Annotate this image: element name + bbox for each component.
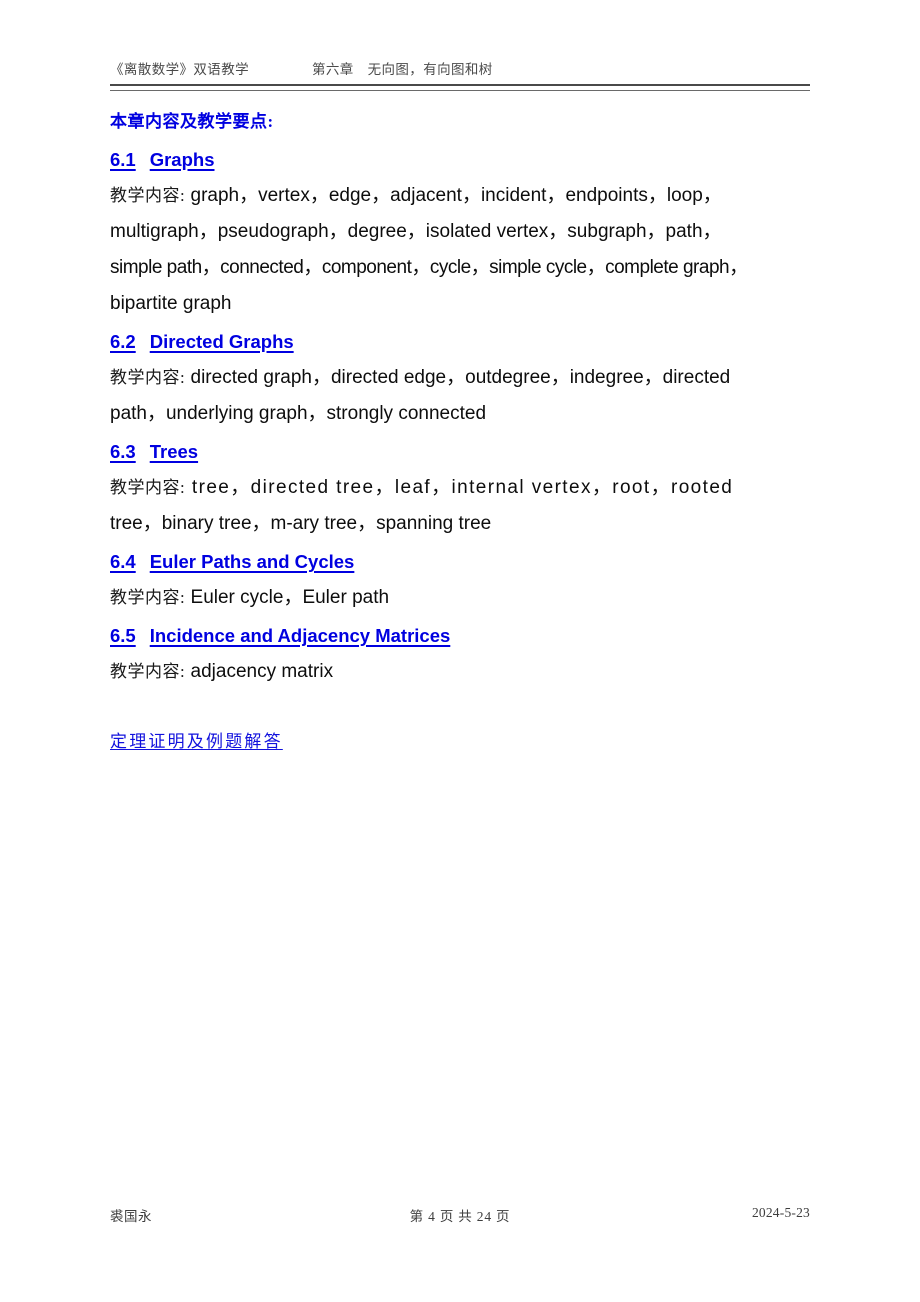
teach-line: 教学内容: directed graph，directed edge，outde… — [110, 360, 810, 396]
document-body: 本章内容及教学要点: 6.1 Graphs 教学内容: graph，vertex，… — [110, 104, 810, 760]
teach-label: 教学内容: — [110, 186, 186, 205]
teach-label: 教学内容: — [110, 662, 186, 681]
teach-terms: directed graph，directed edge，outdegree，i… — [190, 367, 731, 388]
teach-label: 教学内容: — [110, 368, 186, 387]
teach-terms: tree，binary tree，m-ary tree，spanning tre… — [110, 513, 492, 534]
page-footer: 裘国永 第 4 页 共 24 页 2024-5-23 — [110, 1205, 810, 1229]
chapter-overview-title: 本章内容及教学要点: — [110, 112, 274, 131]
section-number-6-4: 6.4 — [110, 551, 136, 572]
header-book-title: 《离散数学》双语教学 — [110, 62, 249, 77]
teach-line: tree，binary tree，m-ary tree，spanning tre… — [110, 506, 810, 542]
section-number-6-1: 6.1 — [110, 149, 136, 170]
section-content-6-2: 教学内容: directed graph，directed edge，outde… — [110, 360, 810, 432]
teach-line: bipartite graph — [110, 286, 810, 322]
teach-label: 教学内容: — [110, 478, 186, 497]
section-heading-6-3[interactable]: 6.3 Trees — [110, 434, 810, 470]
header-divider-rule — [110, 84, 810, 91]
teach-terms: adjacency matrix — [190, 661, 334, 682]
section-title-6-3: Trees — [149, 441, 199, 462]
section-heading-6-5[interactable]: 6.5 Incidence and Adjacency Matrices — [110, 618, 810, 654]
section-heading-6-2[interactable]: 6.2 Directed Graphs — [110, 324, 810, 360]
section-heading-6-4[interactable]: 6.4 Euler Paths and Cycles — [110, 544, 810, 580]
teach-line: multigraph，pseudograph，degree，isolated v… — [110, 214, 810, 250]
section-heading-6-1[interactable]: 6.1 Graphs — [110, 142, 810, 178]
teach-line: 教学内容: graph，vertex，edge，adjacent，inciden… — [110, 178, 810, 214]
teach-line: path，underlying graph，strongly connected — [110, 396, 810, 432]
section-title-6-2: Directed Graphs — [149, 331, 294, 352]
page-header: 《离散数学》双语教学 第六章 无向图，有向图和树 — [110, 58, 810, 84]
teach-line: 教学内容: adjacency matrix — [110, 654, 810, 690]
teach-line: 教学内容: tree，directed tree，leaf，internal v… — [110, 470, 810, 506]
teach-line: 教学内容: Euler cycle，Euler path — [110, 580, 810, 616]
section-title-6-5: Incidence and Adjacency Matrices — [149, 625, 451, 646]
teach-terms: multigraph，pseudograph，degree，isolated v… — [110, 221, 722, 242]
section-title-6-4: Euler Paths and Cycles — [149, 551, 355, 572]
teach-label: 教学内容: — [110, 588, 186, 607]
theorem-proof-link[interactable]: 定理证明及例题解答 — [110, 724, 810, 760]
section-number-6-3: 6.3 — [110, 441, 136, 462]
header-chapter-title: 第六章 无向图，有向图和树 — [312, 62, 493, 77]
section-title-6-1: Graphs — [149, 149, 215, 170]
section-content-6-1: 教学内容: graph，vertex，edge，adjacent，inciden… — [110, 178, 810, 322]
section-content-6-4: 教学内容: Euler cycle，Euler path — [110, 580, 810, 616]
teach-terms: bipartite graph — [110, 293, 232, 314]
section-content-6-3: 教学内容: tree，directed tree，leaf，internal v… — [110, 470, 810, 542]
teach-terms: path，underlying graph，strongly connected — [110, 403, 487, 424]
teach-terms: graph，vertex，edge，adjacent，incident，endp… — [190, 185, 722, 206]
teach-terms: Euler cycle，Euler path — [190, 587, 390, 608]
section-number-6-5: 6.5 — [110, 625, 136, 646]
teach-terms: tree，directed tree，leaf，internal vertex，… — [191, 477, 734, 498]
section-number-6-2: 6.2 — [110, 331, 136, 352]
footer-date: 2024-5-23 — [751, 1205, 810, 1220]
teach-line: simple path，connected，component，cycle，si… — [110, 250, 810, 286]
section-content-6-5: 教学内容: adjacency matrix — [110, 654, 810, 690]
footer-pagination: 第 4 页 共 24 页 — [409, 1209, 511, 1224]
document-page: 《离散数学》双语教学 第六章 无向图，有向图和树 本章内容及教学要点: 6.1 G… — [0, 0, 920, 1302]
teach-terms: simple path，connected，component，cycle，si… — [110, 257, 748, 278]
